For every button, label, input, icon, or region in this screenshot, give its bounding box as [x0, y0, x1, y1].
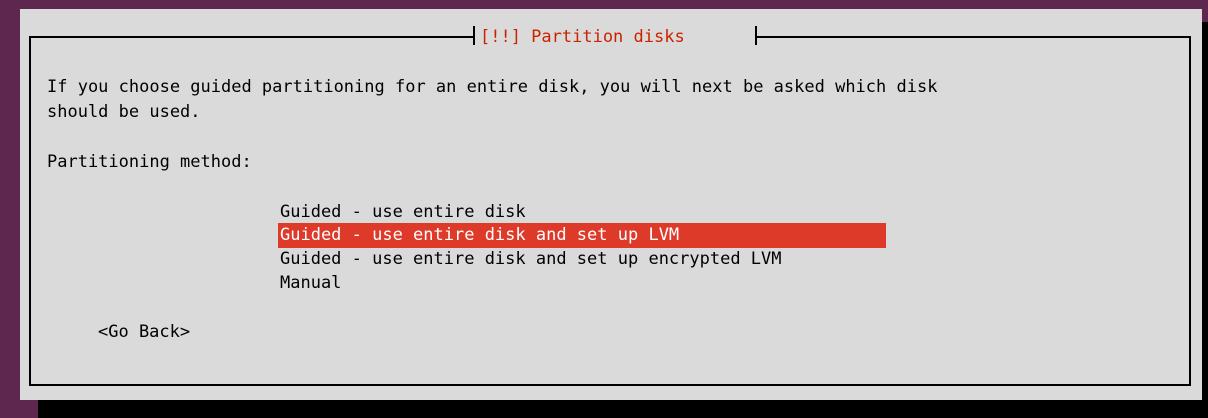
go-back-button[interactable]: <Go Back> — [98, 320, 190, 345]
description-line-1: If you choose guided partitioning for an… — [47, 77, 938, 97]
option-guided-encrypted-lvm[interactable]: Guided - use entire disk and set up encr… — [278, 247, 886, 272]
dialog-title: [!!] Partition disks — [480, 27, 685, 47]
partitioning-method-label: Partitioning method: — [47, 152, 252, 172]
title-right-tick — [755, 26, 757, 45]
option-guided-lvm[interactable]: Guided - use entire disk and set up LVM — [278, 223, 886, 248]
frame-top-line-right — [757, 36, 1189, 38]
title-left-tick — [473, 26, 475, 45]
option-guided-entire-disk[interactable]: Guided - use entire disk — [278, 200, 886, 225]
option-manual[interactable]: Manual — [278, 271, 886, 296]
description-line-2: should be used. — [47, 102, 201, 122]
frame-top-line-left — [29, 36, 473, 38]
partition-disks-dialog: [!!] Partition disks If you choose guide… — [20, 9, 1202, 400]
